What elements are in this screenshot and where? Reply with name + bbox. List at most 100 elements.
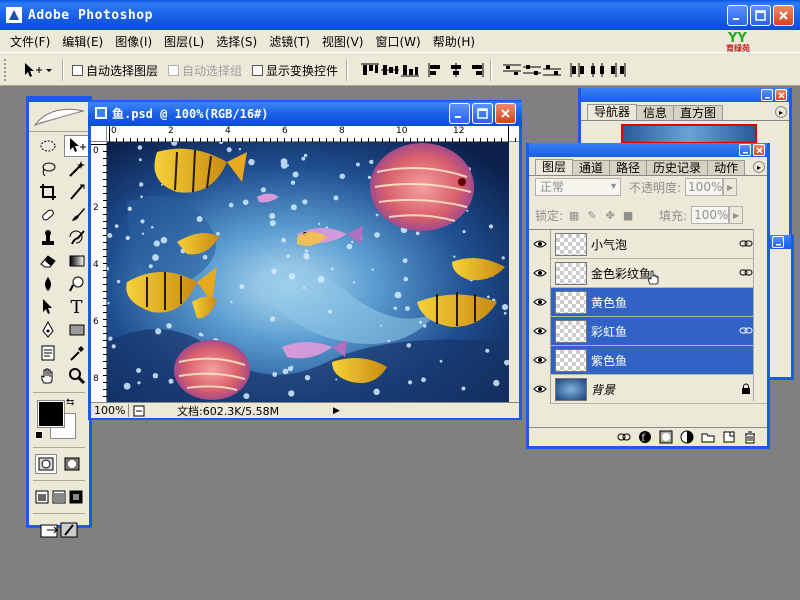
layer-row[interactable]: 背景 (529, 374, 767, 404)
status-menu-arrow-icon[interactable]: ▶ (333, 406, 340, 416)
quick-mask-mode-icon[interactable] (61, 454, 83, 474)
add-mask-icon[interactable] (659, 430, 673, 444)
move-tool-icon[interactable] (64, 135, 89, 157)
checkbox-box[interactable] (72, 65, 83, 76)
distribute-top-icon[interactable] (502, 62, 522, 78)
lock-all-icon[interactable]: ■ (621, 208, 635, 222)
status-page-icon[interactable] (133, 405, 147, 417)
menu-file[interactable]: 文件(F) (4, 33, 56, 50)
align-vcenter-icon[interactable] (380, 62, 400, 78)
default-colors-icon[interactable] (35, 431, 43, 439)
menu-help[interactable]: 帮助(H) (427, 33, 481, 50)
new-group-icon[interactable] (701, 430, 715, 444)
new-layer-icon[interactable] (722, 430, 736, 444)
auto-select-layer-checkbox[interactable]: 自动选择图层 (72, 62, 158, 79)
navigator-preview[interactable] (621, 124, 757, 144)
align-right-icon[interactable] (466, 62, 486, 78)
adjustment-layer-icon[interactable] (680, 430, 694, 444)
tab-navigator[interactable]: 导航器 (587, 104, 638, 120)
tab-paths[interactable]: 路径 (609, 160, 648, 175)
minimize-button[interactable] (727, 5, 748, 26)
menu-layer[interactable]: 图层(L) (158, 33, 210, 50)
checkbox-box[interactable] (168, 65, 179, 76)
options-grip[interactable] (4, 59, 8, 81)
fill-slider-arrow-icon[interactable]: ▶ (729, 206, 744, 224)
fill-input[interactable]: 100% (691, 206, 730, 224)
jump-to-imageready-icon[interactable] (37, 520, 81, 540)
path-selection-tool-icon[interactable] (35, 296, 60, 318)
clone-stamp-tool-icon[interactable] (35, 227, 60, 249)
menu-image[interactable]: 图像(I) (109, 33, 158, 50)
move-tool-preset-icon[interactable] (22, 61, 52, 79)
layer-row[interactable]: 紫色鱼 (529, 345, 767, 375)
rectangle-tool-icon[interactable] (64, 319, 89, 341)
menu-select[interactable]: 选择(S) (210, 33, 263, 50)
layer-row[interactable]: 小气泡 (529, 229, 767, 259)
panel-minimize-button[interactable] (761, 89, 773, 101)
crop-tool-icon[interactable] (35, 181, 60, 203)
layer-link-icon[interactable] (739, 325, 753, 337)
blend-mode-select[interactable]: 正常 (535, 178, 621, 196)
distribute-bottom-icon[interactable] (542, 62, 562, 78)
panel-menu-icon[interactable]: ▸ (775, 106, 787, 118)
toolbox-header[interactable] (29, 102, 89, 132)
panel-minimize-button[interactable] (772, 236, 784, 248)
notes-tool-icon[interactable] (35, 342, 60, 364)
standard-screen-mode-icon[interactable] (33, 487, 50, 507)
blur-tool-icon[interactable] (35, 273, 60, 295)
doc-close-button[interactable] (495, 103, 516, 124)
swap-colors-icon[interactable]: ⇆ (66, 397, 74, 408)
close-button[interactable] (773, 5, 794, 26)
auto-select-group-checkbox[interactable]: 自动选择组 (168, 62, 242, 79)
vertical-ruler[interactable]: 0 2 4 6 8 (91, 142, 107, 402)
show-transform-controls-checkbox[interactable]: 显示变换控件 (252, 62, 338, 79)
visibility-eye-icon[interactable] (529, 345, 551, 375)
link-layers-icon[interactable] (617, 430, 631, 444)
align-left-icon[interactable] (426, 62, 446, 78)
tab-info[interactable]: 信息 (636, 105, 675, 120)
lock-image-icon[interactable]: ✎ (585, 208, 599, 222)
type-tool-icon[interactable]: T (64, 296, 89, 318)
align-bottom-icon[interactable] (400, 62, 420, 78)
zoom-level[interactable]: 100% (91, 404, 129, 417)
menu-edit[interactable]: 编辑(E) (56, 33, 109, 50)
ruler-origin[interactable] (91, 126, 107, 142)
tab-histogram[interactable]: 直方图 (673, 105, 724, 120)
doc-minimize-button[interactable] (449, 103, 470, 124)
tab-channels[interactable]: 通道 (572, 160, 611, 175)
panel-close-button[interactable] (775, 89, 787, 101)
foreground-color-swatch[interactable] (37, 400, 65, 428)
layer-link-icon[interactable] (739, 267, 753, 279)
doc-maximize-button[interactable] (472, 103, 493, 124)
magic-wand-tool-icon[interactable] (64, 158, 89, 180)
align-hcenter-icon[interactable] (446, 62, 466, 78)
visibility-eye-icon[interactable] (529, 229, 551, 259)
checkbox-box[interactable] (252, 65, 263, 76)
panel-close-button[interactable] (753, 144, 765, 156)
menu-window[interactable]: 窗口(W) (369, 33, 426, 50)
navigator-panel-titlebar[interactable] (581, 88, 789, 102)
visibility-eye-icon[interactable] (529, 287, 551, 317)
layer-row[interactable]: 彩虹鱼 (529, 316, 767, 346)
document-vertical-scrollbar[interactable] (509, 142, 519, 402)
zoom-tool-icon[interactable] (64, 365, 89, 387)
menu-filter[interactable]: 滤镜(T) (263, 33, 316, 50)
layer-row[interactable]: 金色彩纹鱼 (529, 258, 767, 288)
delete-layer-icon[interactable] (743, 430, 757, 444)
visibility-eye-icon[interactable] (529, 374, 551, 404)
pen-tool-icon[interactable] (35, 319, 60, 341)
panel-menu-icon[interactable]: ▸ (753, 161, 765, 173)
maximize-button[interactable] (750, 5, 771, 26)
healing-brush-tool-icon[interactable] (35, 204, 60, 226)
partial-panel-titlebar[interactable] (770, 235, 791, 249)
lock-transparency-icon[interactable]: ▦ (567, 208, 581, 222)
distribute-hcenter-icon[interactable] (588, 62, 608, 78)
hand-tool-icon[interactable] (35, 365, 60, 387)
layers-panel-titlebar[interactable] (529, 143, 767, 157)
opacity-input[interactable]: 100% (685, 178, 724, 196)
panel-minimize-button[interactable] (739, 144, 751, 156)
image-canvas[interactable] (107, 142, 509, 402)
lock-position-icon[interactable]: ✥ (603, 208, 617, 222)
horizontal-ruler[interactable]: 0 2 4 6 8 10 12 (107, 126, 519, 142)
dodge-tool-icon[interactable] (64, 273, 89, 295)
